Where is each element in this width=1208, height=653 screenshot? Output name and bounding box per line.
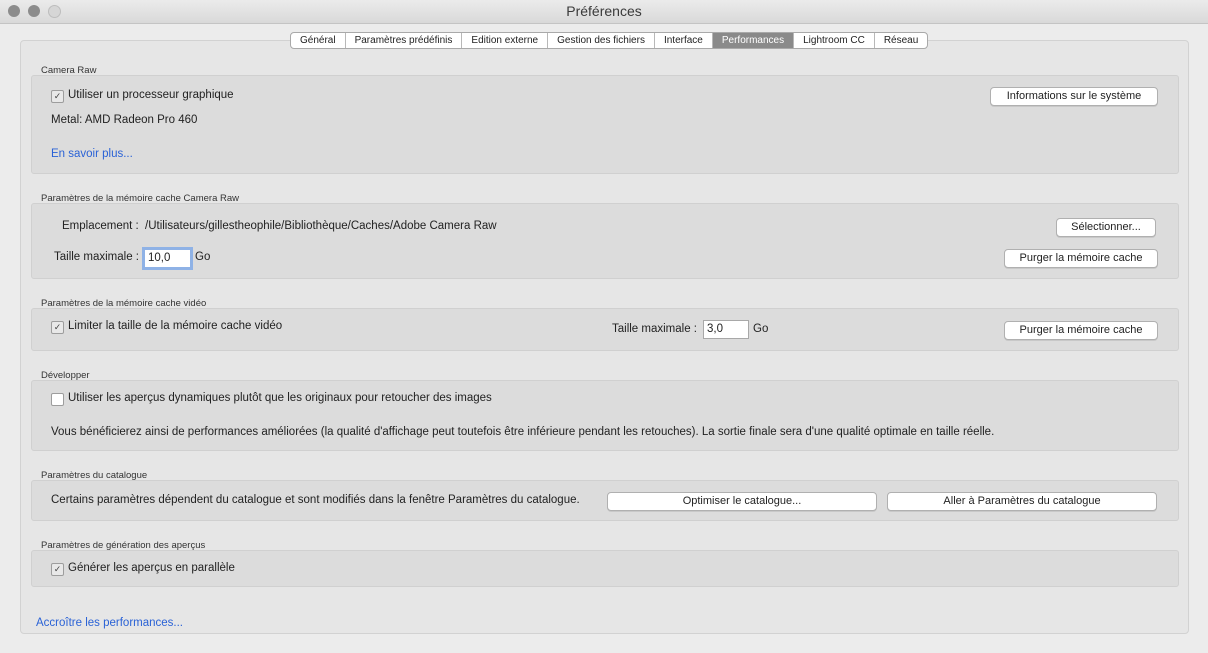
develop-info-text: Vous bénéficierez ainsi de performances … bbox=[51, 426, 995, 438]
select-cache-location-button[interactable]: Sélectionner... bbox=[1056, 218, 1156, 237]
tab-performance[interactable]: Performances bbox=[712, 33, 795, 48]
gpu-checkbox[interactable]: ✓ bbox=[51, 90, 64, 103]
develop-group bbox=[31, 380, 1179, 451]
preferences-tab-bar: Général Paramètres prédéfinis Edition ex… bbox=[290, 32, 929, 49]
tab-general[interactable]: Général bbox=[291, 33, 346, 48]
video-cache-size-unit: Go bbox=[753, 323, 769, 335]
video-cache-max-size-label: Taille maximale : bbox=[612, 323, 697, 335]
cache-max-size-label: Taille maximale : bbox=[54, 251, 139, 263]
window-title: Préférences bbox=[566, 3, 642, 19]
catalog-settings-button[interactable]: Aller à Paramètres du catalogue bbox=[887, 492, 1157, 511]
tab-lightroom-cc[interactable]: Lightroom CC bbox=[794, 33, 875, 48]
limit-video-cache-label: Limiter la taille de la mémoire cache vi… bbox=[68, 320, 283, 332]
tab-interface[interactable]: Interface bbox=[655, 33, 713, 48]
purge-camera-raw-cache-button[interactable]: Purger la mémoire cache bbox=[1004, 249, 1158, 268]
purge-video-cache-button[interactable]: Purger la mémoire cache bbox=[1004, 321, 1158, 340]
title-bar: Préférences bbox=[0, 0, 1208, 24]
tab-presets[interactable]: Paramètres prédéfinis bbox=[346, 33, 463, 48]
smart-preview-label: Utiliser les aperçus dynamiques plutôt q… bbox=[68, 392, 492, 404]
cache-location-label: Emplacement : bbox=[62, 220, 139, 232]
tab-file-handling[interactable]: Gestion des fichiers bbox=[548, 33, 655, 48]
smart-preview-checkbox[interactable] bbox=[51, 393, 64, 406]
cache-size-unit: Go bbox=[195, 251, 211, 263]
tab-external-editing[interactable]: Edition externe bbox=[462, 33, 549, 48]
gpu-checkbox-label: Utiliser un processeur graphique bbox=[68, 89, 234, 101]
cache-location-path: /Utilisateurs/gillestheophile/Bibliothèq… bbox=[145, 220, 497, 232]
cache-max-size-input[interactable]: 10,0 bbox=[142, 247, 193, 270]
parallel-previews-checkbox[interactable]: ✓ bbox=[51, 563, 64, 576]
video-cache-max-size-input[interactable]: 3,0 bbox=[703, 320, 749, 339]
optimize-catalog-button[interactable]: Optimiser le catalogue... bbox=[607, 492, 877, 511]
metal-gpu-info: Metal: AMD Radeon Pro 460 bbox=[51, 114, 198, 126]
catalog-info-text: Certains paramètres dépendent du catalog… bbox=[51, 494, 580, 506]
boost-performance-link[interactable]: Accroître les performances... bbox=[36, 617, 183, 629]
system-info-button[interactable]: Informations sur le système bbox=[990, 87, 1158, 106]
learn-more-link[interactable]: En savoir plus... bbox=[51, 148, 133, 160]
limit-video-cache-checkbox[interactable]: ✓ bbox=[51, 321, 64, 334]
parallel-previews-label: Générer les aperçus en parallèle bbox=[68, 562, 235, 574]
tab-network[interactable]: Réseau bbox=[875, 33, 927, 48]
